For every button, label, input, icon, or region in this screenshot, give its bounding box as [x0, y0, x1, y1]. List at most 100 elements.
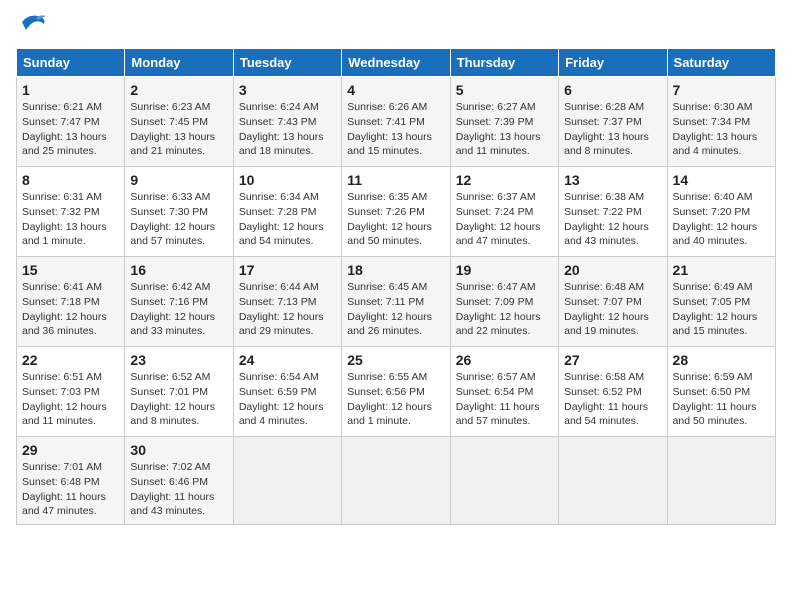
- day-info: Sunrise: 6:23 AMSunset: 7:45 PMDaylight:…: [130, 100, 227, 159]
- calendar-cell: 12 Sunrise: 6:37 AMSunset: 7:24 PMDayligh…: [450, 167, 558, 257]
- page-header: [16, 16, 776, 40]
- day-number: 27: [564, 352, 661, 368]
- calendar-cell: 7 Sunrise: 6:30 AMSunset: 7:34 PMDaylight…: [667, 77, 775, 167]
- logo-bird-icon: [18, 12, 46, 34]
- day-info: Sunrise: 6:55 AMSunset: 6:56 PMDaylight:…: [347, 370, 444, 429]
- calendar-cell: 22Sunrise: 6:51 AMSunset: 7:03 PMDayligh…: [17, 347, 125, 437]
- calendar-cell: 24 Sunrise: 6:54 AMSunset: 6:59 PMDayligh…: [233, 347, 341, 437]
- day-number: 7: [673, 82, 770, 98]
- weekday-header-friday: Friday: [559, 49, 667, 77]
- day-info: Sunrise: 6:21 AMSunset: 7:47 PMDaylight:…: [22, 100, 119, 159]
- day-number: 29: [22, 442, 119, 458]
- calendar-cell: 8 Sunrise: 6:31 AMSunset: 7:32 PMDaylight…: [17, 167, 125, 257]
- day-number: 14: [673, 172, 770, 188]
- calendar-cell: 25 Sunrise: 6:55 AMSunset: 6:56 PMDayligh…: [342, 347, 450, 437]
- weekday-header-wednesday: Wednesday: [342, 49, 450, 77]
- day-number: 19: [456, 262, 553, 278]
- calendar-cell: 16Sunrise: 6:42 AMSunset: 7:16 PMDayligh…: [125, 257, 233, 347]
- day-info: Sunrise: 6:28 AMSunset: 7:37 PMDaylight:…: [564, 100, 661, 159]
- calendar-cell: 30 Sunrise: 7:02 AMSunset: 6:46 PMDayligh…: [125, 437, 233, 525]
- weekday-header-monday: Monday: [125, 49, 233, 77]
- calendar-cell: 13 Sunrise: 6:38 AMSunset: 7:22 PMDayligh…: [559, 167, 667, 257]
- calendar-cell: 26 Sunrise: 6:57 AMSunset: 6:54 PMDayligh…: [450, 347, 558, 437]
- day-info: Sunrise: 6:34 AMSunset: 7:28 PMDaylight:…: [239, 190, 336, 249]
- day-number: 2: [130, 82, 227, 98]
- calendar-cell: 28Sunrise: 6:59 AMSunset: 6:50 PMDayligh…: [667, 347, 775, 437]
- day-number: 30: [130, 442, 227, 458]
- logo: [16, 16, 46, 40]
- calendar-week-row: 1 Sunrise: 6:21 AMSunset: 7:47 PMDaylight…: [17, 77, 776, 167]
- day-info: Sunrise: 6:48 AMSunset: 7:07 PMDaylight:…: [564, 280, 661, 339]
- calendar-week-row: 29 Sunrise: 7:01 AMSunset: 6:48 PMDayligh…: [17, 437, 776, 525]
- calendar-cell: 14 Sunrise: 6:40 AMSunset: 7:20 PMDayligh…: [667, 167, 775, 257]
- day-number: 6: [564, 82, 661, 98]
- weekday-header-thursday: Thursday: [450, 49, 558, 77]
- day-info: Sunrise: 7:01 AMSunset: 6:48 PMDaylight:…: [22, 460, 119, 519]
- calendar-cell: 6 Sunrise: 6:28 AMSunset: 7:37 PMDaylight…: [559, 77, 667, 167]
- calendar-cell: 1 Sunrise: 6:21 AMSunset: 7:47 PMDaylight…: [17, 77, 125, 167]
- day-info: Sunrise: 6:38 AMSunset: 7:22 PMDaylight:…: [564, 190, 661, 249]
- day-number: 23: [130, 352, 227, 368]
- day-info: Sunrise: 6:54 AMSunset: 6:59 PMDaylight:…: [239, 370, 336, 429]
- weekday-header-tuesday: Tuesday: [233, 49, 341, 77]
- day-number: 20: [564, 262, 661, 278]
- calendar-cell: 11 Sunrise: 6:35 AMSunset: 7:26 PMDayligh…: [342, 167, 450, 257]
- day-info: Sunrise: 6:31 AMSunset: 7:32 PMDaylight:…: [22, 190, 119, 249]
- day-number: 3: [239, 82, 336, 98]
- calendar-cell: 23Sunrise: 6:52 AMSunset: 7:01 PMDayligh…: [125, 347, 233, 437]
- day-info: Sunrise: 6:58 AMSunset: 6:52 PMDaylight:…: [564, 370, 661, 429]
- weekday-header-saturday: Saturday: [667, 49, 775, 77]
- calendar-cell: 20 Sunrise: 6:48 AMSunset: 7:07 PMDayligh…: [559, 257, 667, 347]
- calendar-cell: [233, 437, 341, 525]
- day-info: Sunrise: 6:35 AMSunset: 7:26 PMDaylight:…: [347, 190, 444, 249]
- day-info: Sunrise: 6:26 AMSunset: 7:41 PMDaylight:…: [347, 100, 444, 159]
- day-number: 5: [456, 82, 553, 98]
- calendar-table: SundayMondayTuesdayWednesdayThursdayFrid…: [16, 48, 776, 525]
- day-info: Sunrise: 6:41 AMSunset: 7:18 PMDaylight:…: [22, 280, 119, 339]
- day-info: Sunrise: 6:40 AMSunset: 7:20 PMDaylight:…: [673, 190, 770, 249]
- day-info: Sunrise: 6:24 AMSunset: 7:43 PMDaylight:…: [239, 100, 336, 159]
- day-number: 10: [239, 172, 336, 188]
- day-number: 25: [347, 352, 444, 368]
- day-info: Sunrise: 6:47 AMSunset: 7:09 PMDaylight:…: [456, 280, 553, 339]
- day-number: 13: [564, 172, 661, 188]
- calendar-cell: 19 Sunrise: 6:47 AMSunset: 7:09 PMDayligh…: [450, 257, 558, 347]
- day-info: Sunrise: 6:49 AMSunset: 7:05 PMDaylight:…: [673, 280, 770, 339]
- calendar-cell: 29 Sunrise: 7:01 AMSunset: 6:48 PMDayligh…: [17, 437, 125, 525]
- calendar-cell: 9 Sunrise: 6:33 AMSunset: 7:30 PMDaylight…: [125, 167, 233, 257]
- day-number: 1: [22, 82, 119, 98]
- day-info: Sunrise: 6:57 AMSunset: 6:54 PMDaylight:…: [456, 370, 553, 429]
- day-number: 8: [22, 172, 119, 188]
- day-info: Sunrise: 6:44 AMSunset: 7:13 PMDaylight:…: [239, 280, 336, 339]
- day-info: Sunrise: 7:02 AMSunset: 6:46 PMDaylight:…: [130, 460, 227, 519]
- calendar-week-row: 15Sunrise: 6:41 AMSunset: 7:18 PMDayligh…: [17, 257, 776, 347]
- calendar-cell: [450, 437, 558, 525]
- day-number: 12: [456, 172, 553, 188]
- calendar-cell: [559, 437, 667, 525]
- day-info: Sunrise: 6:33 AMSunset: 7:30 PMDaylight:…: [130, 190, 227, 249]
- day-number: 22: [22, 352, 119, 368]
- calendar-week-row: 22Sunrise: 6:51 AMSunset: 7:03 PMDayligh…: [17, 347, 776, 437]
- calendar-cell: 2 Sunrise: 6:23 AMSunset: 7:45 PMDaylight…: [125, 77, 233, 167]
- day-number: 18: [347, 262, 444, 278]
- day-info: Sunrise: 6:30 AMSunset: 7:34 PMDaylight:…: [673, 100, 770, 159]
- calendar-cell: 3 Sunrise: 6:24 AMSunset: 7:43 PMDaylight…: [233, 77, 341, 167]
- day-number: 24: [239, 352, 336, 368]
- day-number: 26: [456, 352, 553, 368]
- day-info: Sunrise: 6:59 AMSunset: 6:50 PMDaylight:…: [673, 370, 770, 429]
- calendar-cell: 21Sunrise: 6:49 AMSunset: 7:05 PMDayligh…: [667, 257, 775, 347]
- day-info: Sunrise: 6:37 AMSunset: 7:24 PMDaylight:…: [456, 190, 553, 249]
- calendar-cell: 10 Sunrise: 6:34 AMSunset: 7:28 PMDayligh…: [233, 167, 341, 257]
- calendar-cell: 17Sunrise: 6:44 AMSunset: 7:13 PMDayligh…: [233, 257, 341, 347]
- calendar-cell: 15Sunrise: 6:41 AMSunset: 7:18 PMDayligh…: [17, 257, 125, 347]
- day-info: Sunrise: 6:45 AMSunset: 7:11 PMDaylight:…: [347, 280, 444, 339]
- calendar-cell: 27 Sunrise: 6:58 AMSunset: 6:52 PMDayligh…: [559, 347, 667, 437]
- day-number: 9: [130, 172, 227, 188]
- weekday-header-row: SundayMondayTuesdayWednesdayThursdayFrid…: [17, 49, 776, 77]
- calendar-cell: [342, 437, 450, 525]
- calendar-week-row: 8 Sunrise: 6:31 AMSunset: 7:32 PMDaylight…: [17, 167, 776, 257]
- day-number: 4: [347, 82, 444, 98]
- day-number: 11: [347, 172, 444, 188]
- weekday-header-sunday: Sunday: [17, 49, 125, 77]
- calendar-cell: [667, 437, 775, 525]
